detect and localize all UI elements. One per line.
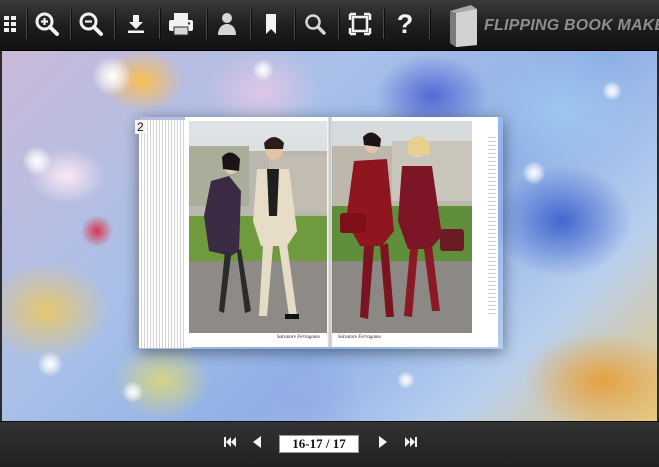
right-page-photo xyxy=(332,121,472,333)
brand-logo: FLIPPING BOOK MAKER xyxy=(447,3,659,48)
left-page-caption: Salvatore Ferragamo xyxy=(277,335,321,340)
first-page-button[interactable] xyxy=(220,434,240,454)
brand-text: FLIPPING BOOK MAKER xyxy=(484,17,659,34)
left-page-photo xyxy=(189,121,327,333)
top-toolbar: ? FLIPPING BOOK MAKER xyxy=(0,0,659,51)
zoom-in-icon xyxy=(34,11,60,37)
page-stack-number: 2 xyxy=(135,120,146,134)
book-stage: 2 Salvatore Ferragamo Salvatore Ferragam… xyxy=(2,51,657,421)
print-button[interactable] xyxy=(162,5,200,43)
thumbnails-button[interactable] xyxy=(0,5,22,43)
book-spine xyxy=(327,117,333,347)
page-indicator[interactable]: 16-17 / 17 xyxy=(279,435,359,453)
thumbnails-icon xyxy=(0,13,16,35)
next-page-button[interactable] xyxy=(373,434,393,454)
book-logo-icon xyxy=(447,3,481,48)
prev-page-button[interactable] xyxy=(247,434,267,454)
last-page-icon xyxy=(404,435,418,454)
bookmark-icon xyxy=(262,12,280,36)
help-button[interactable]: ? xyxy=(386,5,424,43)
download-button[interactable] xyxy=(117,5,155,43)
right-page-side-text xyxy=(488,137,496,317)
zoom-in-button[interactable] xyxy=(28,5,66,43)
bookmark-button[interactable] xyxy=(252,5,290,43)
search-button[interactable] xyxy=(296,5,334,43)
zoom-out-icon xyxy=(78,11,104,37)
share-icon xyxy=(215,11,239,37)
print-icon xyxy=(167,11,195,37)
bottom-navigation-bar: 16-17 / 17 xyxy=(0,421,659,467)
left-page[interactable]: Salvatore Ferragamo xyxy=(185,117,331,347)
next-page-icon xyxy=(377,435,389,454)
first-page-icon xyxy=(223,435,237,454)
page-stack[interactable] xyxy=(138,120,191,348)
download-icon xyxy=(125,13,147,35)
fullscreen-icon xyxy=(348,12,372,36)
share-button[interactable] xyxy=(208,5,246,43)
zoom-out-button[interactable] xyxy=(72,5,110,43)
help-icon: ? xyxy=(396,8,414,39)
right-page[interactable]: Salvatore Ferragamo xyxy=(330,117,498,347)
right-page-caption: Salvatore Ferragamo xyxy=(338,335,382,340)
fullscreen-button[interactable] xyxy=(341,5,379,43)
search-icon xyxy=(303,12,327,36)
last-page-button[interactable] xyxy=(401,434,421,454)
prev-page-icon xyxy=(251,435,263,454)
